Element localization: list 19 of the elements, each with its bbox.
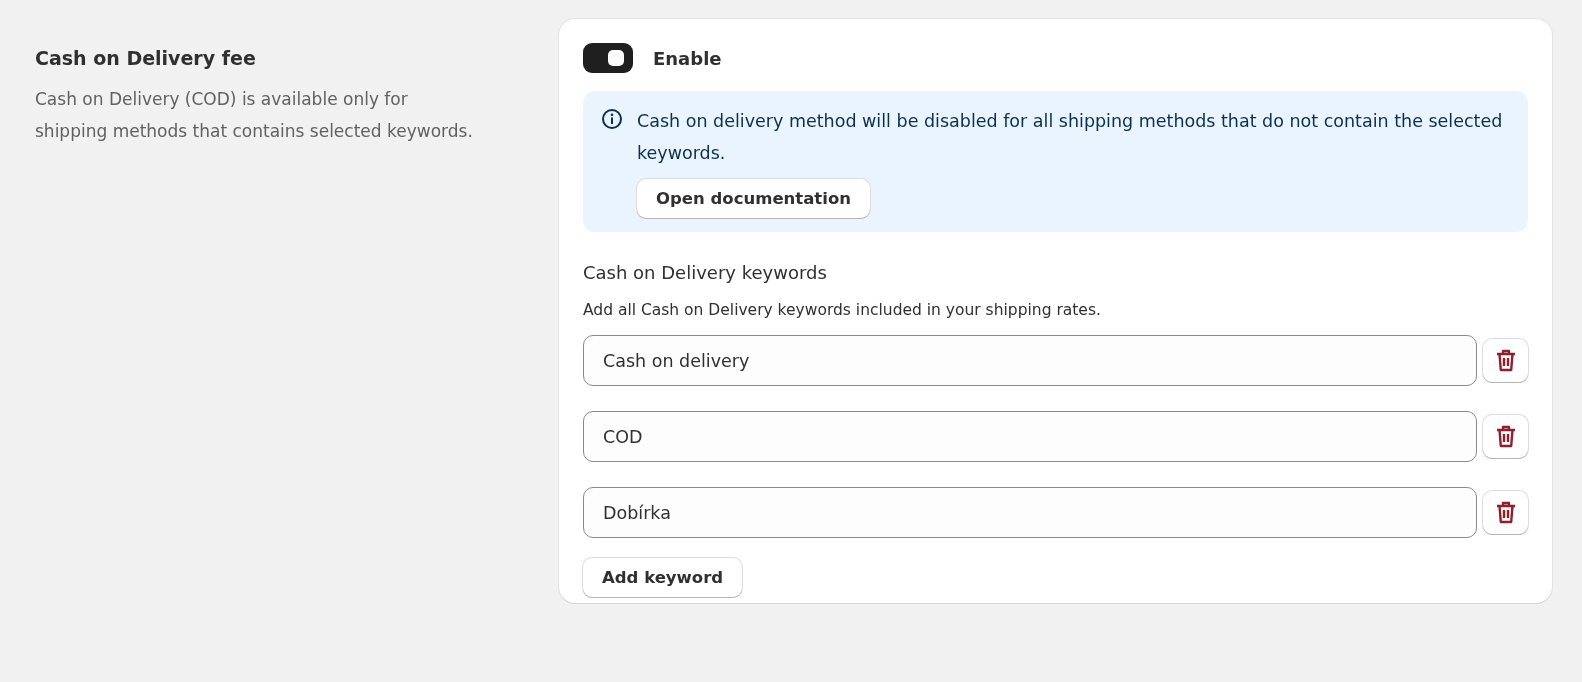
keyword-field[interactable]: Dobírka	[583, 487, 1477, 538]
info-icon	[601, 108, 623, 130]
trash-icon	[1494, 500, 1517, 525]
keyword-field[interactable]: COD	[583, 411, 1477, 462]
keyword-field[interactable]: Cash on delivery	[583, 335, 1477, 386]
add-keyword-button[interactable]: Add keyword	[583, 558, 743, 597]
trash-icon	[1494, 348, 1517, 373]
delete-button[interactable]	[1483, 415, 1528, 458]
open-documentation-button[interactable]: Open documentation	[637, 179, 870, 218]
delete-button[interactable]	[1483, 339, 1528, 382]
delete-button[interactable]	[1483, 491, 1528, 534]
keywords-title: Cash on Delivery keywords	[583, 262, 828, 283]
info-message: Cash on delivery method will be disabled for all shipping methods that do not contain the selected keywords.	[637, 110, 1504, 165]
section-description: Cash on Delivery (COD) is available only for shipping methods that contains selected keywords.	[35, 88, 474, 143]
trash-icon	[1494, 424, 1517, 449]
enable-toggle[interactable]	[583, 43, 633, 73]
section-title: Cash on Delivery fee	[35, 47, 257, 69]
toggle-label: Enable	[653, 47, 722, 69]
keywords-help-text: Add all Cash on Delivery keywords included in your shipping rates.	[583, 301, 1102, 319]
